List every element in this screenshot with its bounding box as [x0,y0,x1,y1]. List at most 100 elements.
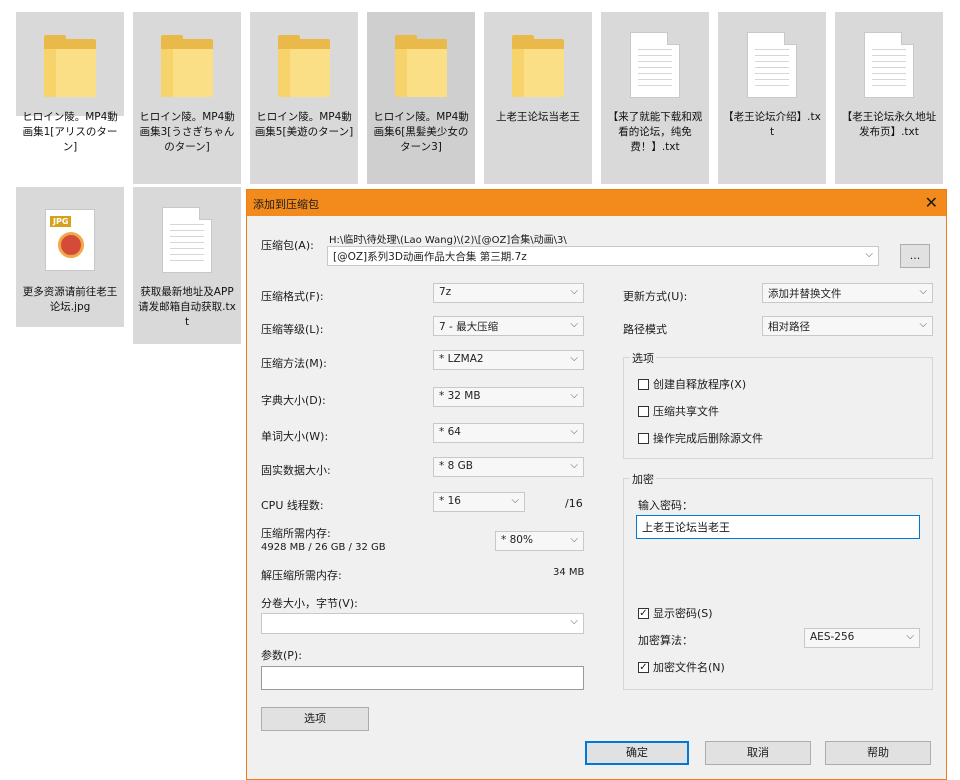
file-name: 获取最新地址及APP请发邮箱自动获取.txt [138,286,236,328]
method-select[interactable]: * LZMA2 ⌵ [433,350,584,370]
help-button[interactable]: 帮助 [825,741,931,765]
mem-compress-label: 压缩所需内存: [261,527,331,540]
dialog-titlebar[interactable]: 添加到压缩包 ✕ [247,190,946,216]
show-password-checkbox[interactable]: ✓ 显示密码(S) [638,605,713,621]
close-icon[interactable]: ✕ [925,193,938,212]
chevron-down-icon: ⌵ [570,286,578,297]
checkbox-box [638,432,649,444]
archive-label: 压缩包(A): [261,239,314,252]
path-mode-label: 路径模式 [623,323,667,336]
check-icon: ✓ [638,661,649,673]
shared-files-checkbox[interactable]: 压缩共享文件 [638,403,719,419]
encrypt-names-checkbox[interactable]: ✓ 加密文件名(N) [638,659,725,675]
file-name: 【老王论坛永久地址发布页】.txt [841,111,937,138]
checkbox-box [638,378,649,390]
password-input[interactable]: 上老王论坛当老王 [636,515,920,539]
checkbox-box [638,405,649,417]
options-group: 选项 创建自释放程序(X) 压缩共享文件 操作完成后删除源文件 [623,350,933,459]
level-label: 压缩等级(L): [261,323,324,336]
encryption-group: 加密 输入密码： 上老王论坛当老王 ✓ 显示密码(S) 加密算法： AES-256… [623,471,933,690]
delete-after-checkbox[interactable]: 操作完成后删除源文件 [638,430,763,446]
chevron-down-icon: ⌵ [570,390,578,401]
mem-decompress-value: 34 MB [553,567,585,578]
ok-button[interactable]: 确定 [585,741,689,765]
archive-name-combo[interactable]: [@OZ]系列3D动画作品大合集 第三期.7z ⌵ [327,246,879,266]
options-group-label: 选项 [630,350,656,366]
encryption-group-label: 加密 [630,471,656,487]
archive-path: H:\临时\待处理\(Lao Wang)\(2)\[@OZ]合集\动画\3\ [329,235,567,246]
file-tile[interactable]: ヒロイン陵。MP4動画集6[黒髪美少女のターン3] [367,12,475,184]
folder-icon [274,33,334,97]
chevron-down-icon: ⌵ [570,353,578,364]
file-name: ヒロイン陵。MP4動画集5[美遊のターン] [254,111,354,138]
chevron-down-icon: ⌵ [570,460,578,471]
options-button[interactable]: 选项 [261,707,369,731]
cpu-threads-select[interactable]: * 16 ⌵ [433,492,525,512]
mem-compress-value: 4928 MB / 26 GB / 32 GB [261,542,386,553]
password-label: 输入密码： [638,499,693,512]
dictionary-label: 字典大小(D): [261,394,326,407]
file-name: 【老王论坛介绍】.txt [723,111,821,138]
file-tile[interactable]: 【老王论坛介绍】.txt [718,12,826,184]
file-tile[interactable]: ヒロイン陵。MP4動画集1[アリスのターン] [16,12,124,153]
file-name: 【来了就能下载和观看的论坛，纯免费！】.txt [607,111,703,153]
cpu-threads-label: CPU 线程数: [261,499,324,512]
chevron-down-icon: ⌵ [570,534,578,545]
add-to-archive-dialog: 添加到压缩包 ✕ 压缩包(A): H:\临时\待处理\(Lao Wang)\(2… [246,189,947,780]
file-tile[interactable]: 【老王论坛永久地址发布页】.txt [835,12,943,184]
folder-icon [508,33,568,97]
chevron-down-icon: ⌵ [919,286,927,297]
chevron-down-icon: ⌵ [570,616,578,627]
update-mode-select[interactable]: 添加并替换文件 ⌵ [762,283,933,303]
text-file-icon [630,32,680,98]
split-size-label: 分卷大小，字节(V): [261,597,358,610]
check-icon: ✓ [638,607,649,619]
chevron-down-icon: ⌵ [906,631,914,642]
image-file-icon: JPG [45,209,95,271]
file-name: ヒロイン陵。MP4動画集3[うさぎちゃんのターン] [139,111,235,153]
file-name: ヒロイン陵。MP4動画集6[黒髪美少女のターン3] [373,111,469,153]
chevron-down-icon: ⌵ [511,495,519,506]
text-file-icon [747,32,797,98]
cpu-threads-total: /16 [565,497,583,510]
file-name: ヒロイン陵。MP4動画集1[アリスのターン] [22,111,118,153]
browse-button[interactable]: ... [900,244,930,268]
format-label: 压缩格式(F): [261,290,324,303]
file-tile[interactable]: ヒロイン陵。MP4動画集5[美遊のターン] [250,12,358,184]
file-tile[interactable]: 上老王论坛当老王 [484,12,592,184]
file-tile[interactable]: JPG 更多资源请前往老王论坛.jpg [16,187,124,327]
mem-decompress-label: 解压缩所需内存: [261,569,342,582]
folder-icon [391,33,451,97]
mem-percent-select[interactable]: * 80% ⌵ [495,531,584,551]
solid-size-label: 固实数据大小: [261,464,331,477]
method-label: 压缩方法(M): [261,357,327,370]
chevron-down-icon: ⌵ [570,426,578,437]
chevron-down-icon: ⌵ [919,319,927,330]
dialog-title: 添加到压缩包 [253,198,319,211]
split-size-combo[interactable]: ⌵ [261,613,584,634]
word-size-label: 单词大小(W): [261,430,329,443]
solid-size-select[interactable]: * 8 GB ⌵ [433,457,584,477]
dictionary-select[interactable]: * 32 MB ⌵ [433,387,584,407]
file-tile[interactable]: ヒロイン陵。MP4動画集3[うさぎちゃんのターン] [133,12,241,184]
path-mode-select[interactable]: 相对路径 ⌵ [762,316,933,336]
cancel-button[interactable]: 取消 [705,741,811,765]
word-size-select[interactable]: * 64 ⌵ [433,423,584,443]
sfx-checkbox[interactable]: 创建自释放程序(X) [638,376,746,392]
text-file-icon [864,32,914,98]
params-label: 参数(P): [261,649,302,662]
folder-icon [157,33,217,97]
format-select[interactable]: 7z ⌵ [433,283,584,303]
text-file-icon [162,207,212,273]
level-select[interactable]: 7 - 最大压缩 ⌵ [433,316,584,336]
file-tile[interactable]: 【来了就能下载和观看的论坛，纯免费！】.txt [601,12,709,184]
chevron-down-icon: ⌵ [865,249,873,260]
params-input[interactable] [261,666,584,690]
folder-icon [40,33,100,97]
file-name: 更多资源请前往老王论坛.jpg [22,286,118,313]
encryption-method-select[interactable]: AES-256 ⌵ [804,628,920,648]
chevron-down-icon: ⌵ [570,319,578,330]
file-tile[interactable]: 获取最新地址及APP请发邮箱自动获取.txt [133,187,241,344]
file-name: 上老王论坛当老王 [496,111,580,123]
update-mode-label: 更新方式(U): [623,290,688,303]
